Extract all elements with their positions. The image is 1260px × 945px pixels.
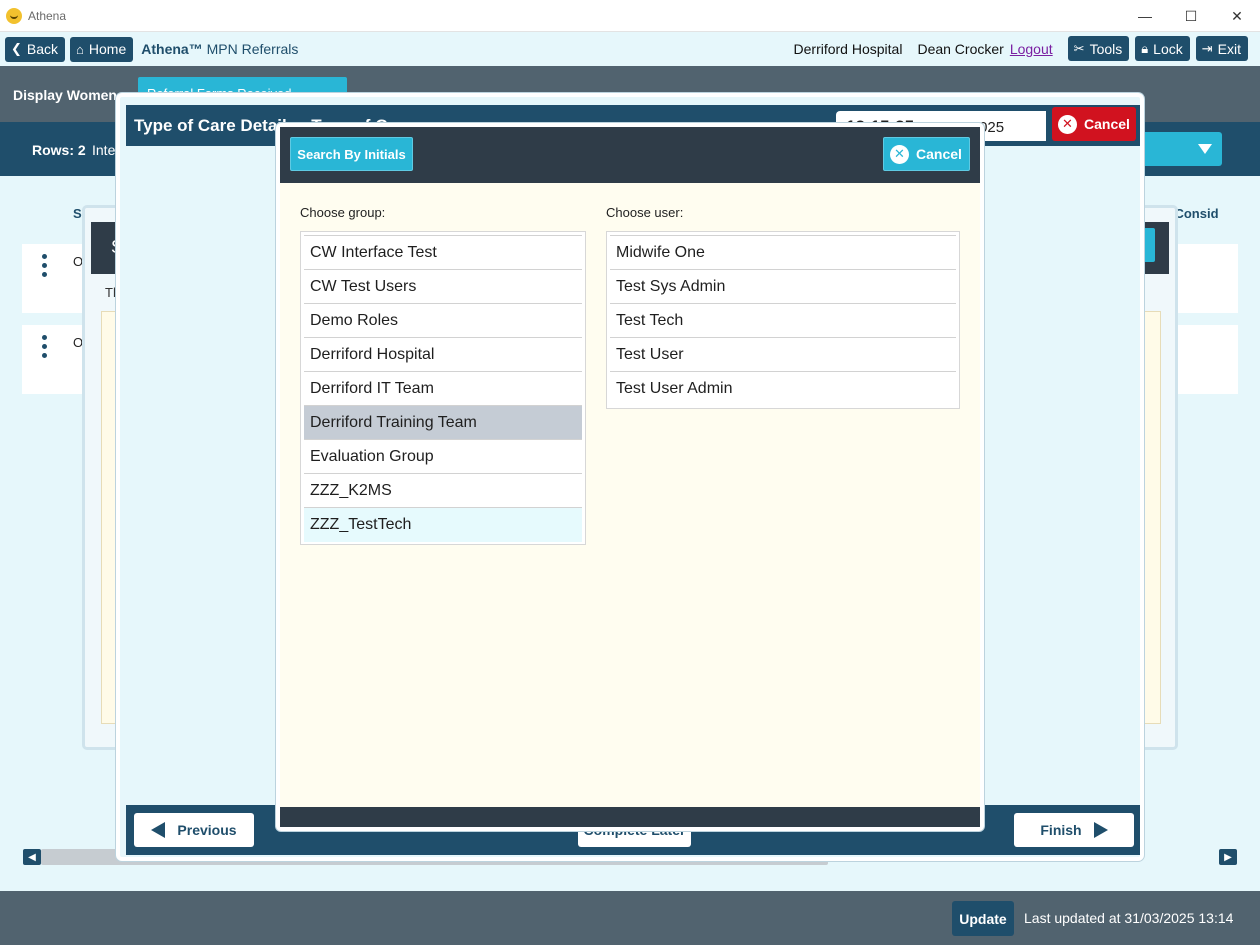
cancel-label: Cancel xyxy=(916,146,962,162)
list-item[interactable]: CW Test Users xyxy=(304,270,582,304)
previous-label: Previous xyxy=(177,822,237,838)
scroll-left-icon[interactable]: ◀ xyxy=(23,849,41,865)
background-footer: Update Last updated at 31/03/2025 13:14 xyxy=(0,891,1260,945)
athena-logo-icon xyxy=(6,7,22,24)
list-item[interactable]: ZZZ_K2MS xyxy=(304,474,582,508)
list-item[interactable]: ZZZ_TestTech xyxy=(304,508,582,542)
triangle-right-icon xyxy=(1093,822,1108,838)
exit-icon: ⇥ xyxy=(1201,40,1213,56)
list-item[interactable]: CW Interface Test xyxy=(304,236,582,270)
user-chooser-footer xyxy=(280,807,980,827)
logout-link[interactable]: Logout xyxy=(1010,41,1053,57)
exit-button[interactable]: ⇥ Exit xyxy=(1195,36,1248,61)
back-label: Back xyxy=(26,41,59,57)
background-dropdown[interactable] xyxy=(1140,132,1222,166)
window-title: Athena xyxy=(28,8,67,23)
list-item[interactable]: Derriford Hospital xyxy=(304,338,582,372)
choose-group-label: Choose group: xyxy=(300,205,386,220)
update-button[interactable]: Update xyxy=(952,901,1014,936)
inte-label: Inte xyxy=(92,142,116,158)
app-brand: Athena™ MPN Referrals xyxy=(141,41,298,57)
brand-name: Athena™ xyxy=(141,41,203,57)
list-item[interactable]: Evaluation Group xyxy=(304,440,582,474)
user-chooser-header: Search By Initials ✕ Cancel xyxy=(280,127,980,183)
lock-label: Lock xyxy=(1153,40,1183,57)
back-button[interactable]: ❮ Back xyxy=(5,36,66,62)
rows-count: Rows: 2 xyxy=(32,142,86,158)
home-button[interactable]: ⌂ Home xyxy=(70,36,134,62)
list-item[interactable]: Demo Roles xyxy=(304,304,582,338)
cancel-label: Cancel xyxy=(1084,116,1130,132)
close-circle-icon: ✕ xyxy=(1058,114,1077,134)
close-circle-icon: ✕ xyxy=(890,144,909,164)
top-nav: ❮ Back ⌂ Home Athena™ MPN Referrals Derr… xyxy=(0,32,1260,66)
window-titlebar: Athena — ☐ ✕ xyxy=(0,0,1260,32)
user-chooser-dialog: Search By Initials ✕ Cancel Choose group… xyxy=(276,123,984,831)
chevron-left-icon: ❮ xyxy=(11,41,22,56)
list-item[interactable]: Midwife One xyxy=(610,236,956,270)
finish-label: Finish xyxy=(1040,822,1082,838)
list-item[interactable]: Test User Admin xyxy=(610,372,956,406)
tools-icon: ✂ xyxy=(1073,40,1085,56)
previous-button[interactable]: Previous xyxy=(134,813,254,847)
list-item[interactable]: Test Tech xyxy=(610,304,956,338)
display-women-label: Display Women... xyxy=(13,87,129,103)
list-item[interactable]: Derriford IT Team xyxy=(304,372,582,406)
choose-user-label: Choose user: xyxy=(606,205,684,220)
home-label: Home xyxy=(88,41,127,57)
search-by-initials-button[interactable]: Search By Initials xyxy=(290,137,413,171)
list-item[interactable]: Test User xyxy=(610,338,956,372)
more-vert-icon[interactable] xyxy=(42,335,48,362)
lock-button[interactable]: 🔒︎ Lock xyxy=(1135,36,1190,61)
scroll-right-icon[interactable]: ▶ xyxy=(1219,849,1237,865)
maximize-button[interactable]: ☐ xyxy=(1168,0,1214,32)
last-updated-text: Last updated at 31/03/2025 13:14 xyxy=(1024,910,1234,926)
home-icon: ⌂ xyxy=(76,41,84,57)
triangle-left-icon xyxy=(151,822,166,838)
tools-button[interactable]: ✂ Tools xyxy=(1067,36,1130,61)
brand-module: MPN Referrals xyxy=(206,41,299,57)
list-item[interactable]: Test Sys Admin xyxy=(610,270,956,304)
finish-button[interactable]: Finish xyxy=(1014,813,1134,847)
tools-label: Tools xyxy=(1089,40,1123,57)
lock-icon: 🔒︎ xyxy=(1141,40,1149,56)
exit-label: Exit xyxy=(1217,40,1241,57)
minimize-button[interactable]: — xyxy=(1122,0,1168,32)
more-vert-icon[interactable] xyxy=(42,254,48,281)
group-list[interactable]: CW Interface Test CW Test Users Demo Rol… xyxy=(300,231,586,545)
list-item-selected[interactable]: Derriford Training Team xyxy=(304,406,582,440)
nav-right: Derriford Hospital Dean Crocker Logout ✂… xyxy=(794,36,1254,61)
type-of-care-cancel-button[interactable]: ✕ Cancel xyxy=(1052,107,1136,141)
window-controls: — ☐ ✕ xyxy=(1122,0,1260,32)
user-list[interactable]: Midwife One Test Sys Admin Test Tech Tes… xyxy=(606,231,960,409)
user-name: Dean Crocker xyxy=(917,40,1004,57)
hospital-name: Derriford Hospital xyxy=(793,40,903,57)
close-window-button[interactable]: ✕ xyxy=(1214,0,1260,32)
user-chooser-cancel-button[interactable]: ✕ Cancel xyxy=(883,137,970,171)
